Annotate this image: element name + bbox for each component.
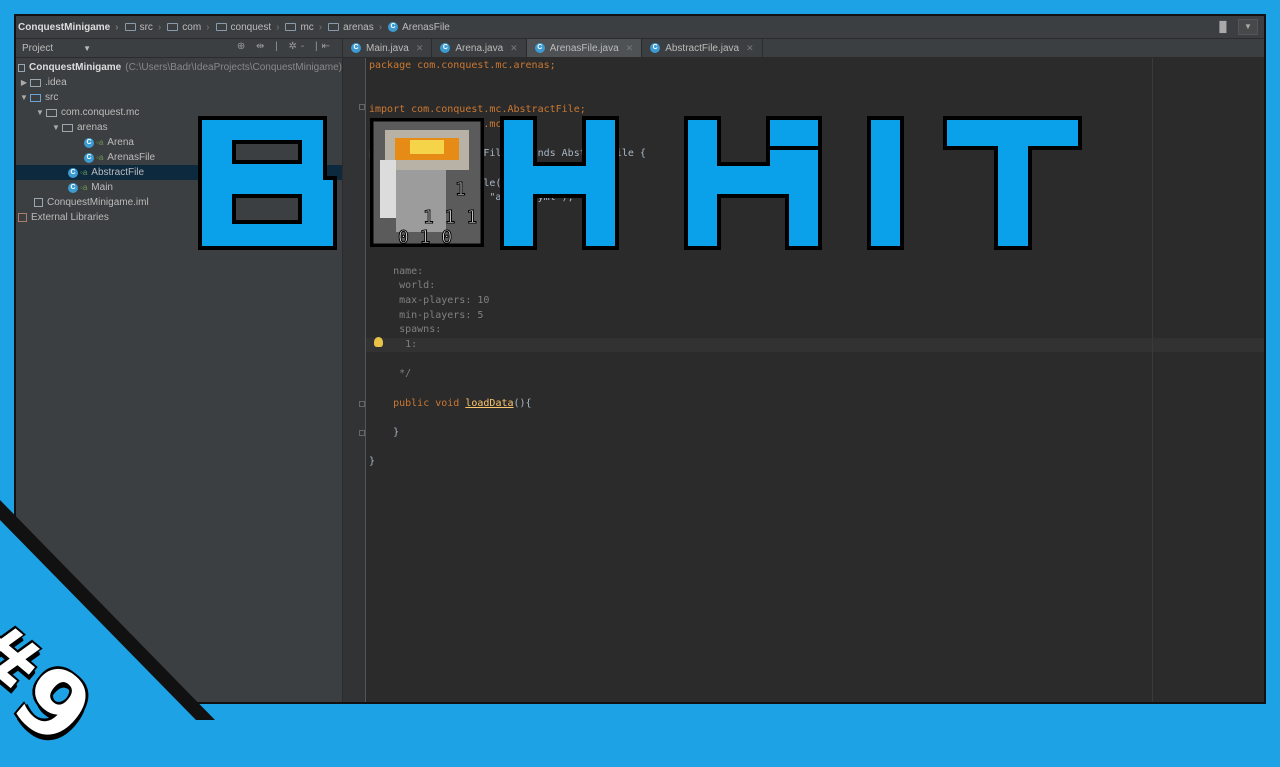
- corner-banner: [0, 500, 215, 720]
